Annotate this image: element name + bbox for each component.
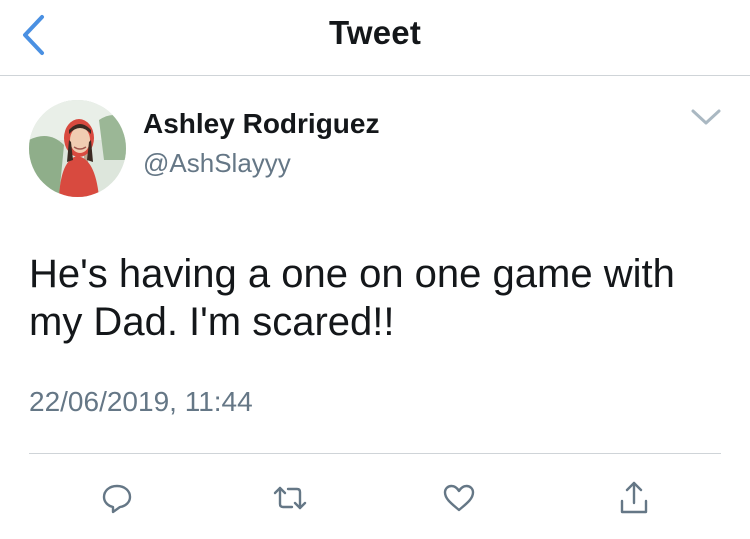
retweet-button[interactable] <box>268 476 312 520</box>
chevron-down-icon <box>691 109 721 125</box>
author-handle[interactable]: @AshSlayyy <box>143 148 291 179</box>
tweet-menu-button[interactable] <box>686 102 726 132</box>
avatar[interactable] <box>29 100 126 197</box>
tweet-timestamp: 22/06/2019, 11:44 <box>29 386 253 417</box>
avatar-image <box>29 100 126 197</box>
tweet-detail-screen: Tweet Ashley Rodriguez @AshSlayyy He's h… <box>0 0 750 539</box>
nav-bar: Tweet <box>0 0 750 76</box>
retweet-icon <box>273 486 307 510</box>
divider <box>29 453 721 454</box>
author-name[interactable]: Ashley Rodriguez <box>143 108 379 140</box>
reply-button[interactable] <box>95 476 139 520</box>
share-button[interactable] <box>612 476 656 520</box>
page-title: Tweet <box>328 14 422 51</box>
share-icon <box>620 481 648 514</box>
like-button[interactable] <box>437 476 481 520</box>
tweet-text: He's having a one on one game with my Da… <box>29 252 675 344</box>
like-icon <box>443 484 475 512</box>
reply-icon <box>102 484 132 514</box>
